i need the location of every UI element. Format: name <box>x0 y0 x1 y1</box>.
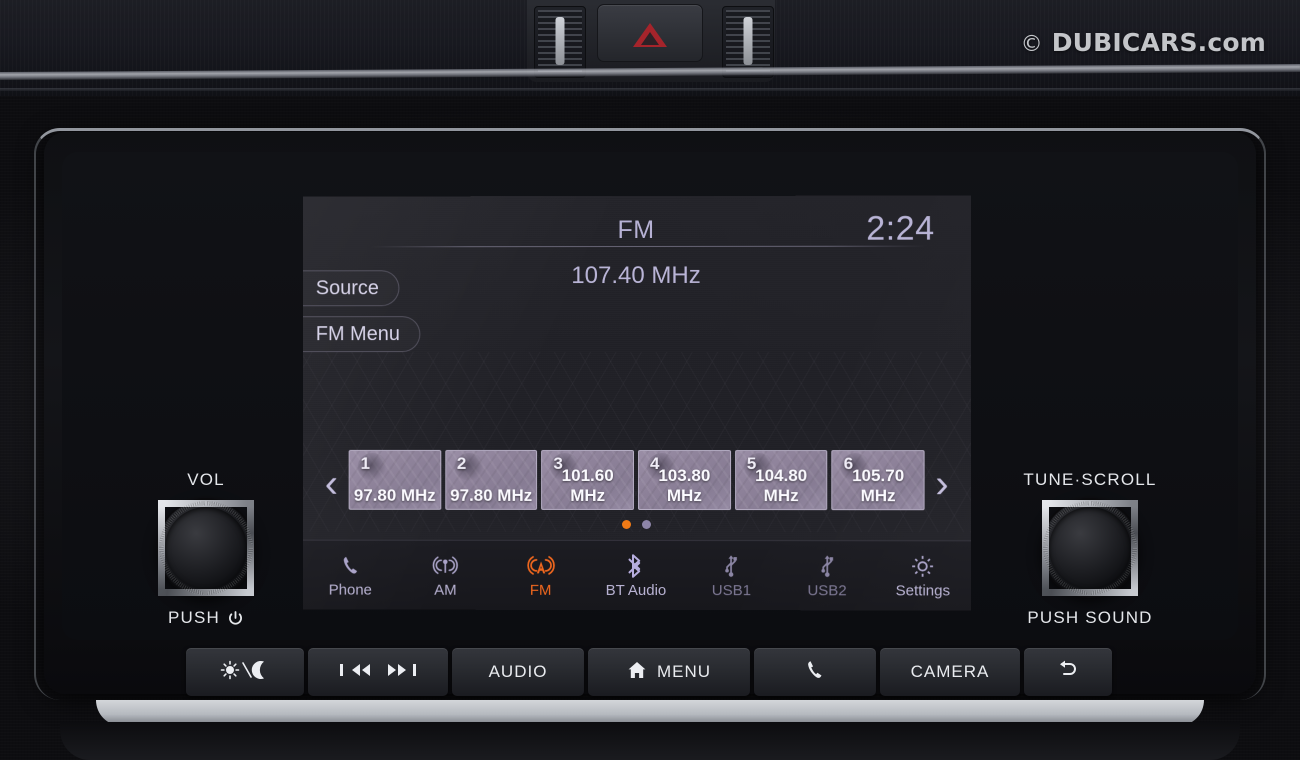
preset-tile[interactable]: 3 101.60 MHz <box>541 450 634 510</box>
nav-item-usb1[interactable]: USB1 <box>684 553 780 599</box>
camera-button-label: CAMERA <box>911 662 990 682</box>
bluetooth-icon <box>626 552 646 578</box>
tune-scroll-knob-group: TUNE·SCROLL PUSH SOUND <box>1042 500 1138 596</box>
volume-knob-group: VOL PUSH <box>158 500 254 596</box>
hazard-triangle-inner-icon <box>641 32 659 45</box>
home-icon <box>627 660 647 685</box>
watermark-tld: .com <box>1198 28 1266 57</box>
hard-button-bar: AUDIO MENU CAMERA <box>186 648 1096 696</box>
source-button[interactable]: Source <box>303 270 400 306</box>
preset-frequency: 104.80 MHz <box>736 466 827 506</box>
pagination-dots <box>303 520 971 530</box>
vent-slider[interactable] <box>744 17 753 65</box>
nav-item-fm[interactable]: FM <box>493 552 588 598</box>
watermark-copyright: © <box>1021 32 1043 57</box>
fm-menu-button-label: FM Menu <box>316 323 400 346</box>
back-arrow-icon <box>1056 659 1080 686</box>
usb-icon <box>721 553 741 579</box>
screen-header: FM 2:24 <box>303 212 971 257</box>
knob-knurling <box>1043 501 1137 595</box>
display-button[interactable] <box>186 648 304 696</box>
push-label: PUSH <box>168 608 220 628</box>
audio-button[interactable]: AUDIO <box>452 648 584 696</box>
bottom-nav-bar: Phone AM FM BT Audio USB1 USB2 Settings <box>303 540 971 611</box>
am-antenna-icon <box>428 552 462 578</box>
track-prev-next-icon <box>330 660 426 685</box>
nav-label: USB2 <box>807 582 846 599</box>
clock: 2:24 <box>866 210 934 249</box>
menu-button-label: MENU <box>657 662 711 682</box>
nav-item-am[interactable]: AM <box>398 552 493 598</box>
preset-number: 2 <box>457 454 466 474</box>
preset-frequency: 103.80 MHz <box>639 466 730 506</box>
preset-frequency: 105.70 MHz <box>833 466 924 506</box>
air-vent-left <box>534 6 586 78</box>
watermark-brand: DUBICARS <box>1052 28 1198 57</box>
nav-item-phone[interactable]: Phone <box>303 552 398 598</box>
camera-button[interactable]: CAMERA <box>880 648 1020 696</box>
tune-scroll-label: TUNE·SCROLL <box>960 470 1220 490</box>
nav-label: Settings <box>896 582 950 599</box>
nav-label: BT Audio <box>606 581 667 598</box>
preset-number: 1 <box>361 454 370 474</box>
phone-icon <box>338 552 362 578</box>
preset-list: 1 97.80 MHz 2 97.80 MHz 3 101.60 MHz 4 1… <box>349 450 925 510</box>
lower-dash-panel <box>60 722 1240 760</box>
phone-icon <box>803 658 827 687</box>
audio-button-label: AUDIO <box>489 662 548 682</box>
phone-button[interactable] <box>754 648 876 696</box>
brightness-day-night-icon <box>217 659 273 686</box>
push-power-label-group: PUSH <box>76 608 336 628</box>
preset-tile[interactable]: 2 97.80 MHz <box>445 450 537 510</box>
usb-icon <box>817 553 837 579</box>
power-icon <box>227 610 244 627</box>
vol-label: VOL <box>76 470 336 490</box>
preset-frequency: 101.60 MHz <box>542 466 633 506</box>
screenshot-root: © DUBICARS.com FM 2:24 107.40 MHz Source… <box>0 0 1300 760</box>
pagination-dot-active[interactable] <box>622 520 631 529</box>
nav-label: AM <box>434 581 456 598</box>
nav-item-settings[interactable]: Settings <box>875 553 971 599</box>
nav-label: FM <box>530 581 552 598</box>
preset-tile[interactable]: 5 104.80 MHz <box>735 450 828 510</box>
preset-frequency: 97.80 MHz <box>446 486 536 506</box>
gear-icon <box>910 553 936 579</box>
infotainment-screen[interactable]: FM 2:24 107.40 MHz Source FM Menu ‹ › 1 … <box>303 195 971 610</box>
preset-tile[interactable]: 4 103.80 MHz <box>638 450 731 510</box>
knob-knurling <box>159 501 253 595</box>
pagination-dot[interactable] <box>641 520 650 529</box>
preset-tile[interactable]: 6 105.70 MHz <box>832 450 925 510</box>
push-sound-label: PUSH SOUND <box>960 608 1220 628</box>
nav-item-usb2[interactable]: USB2 <box>779 553 875 599</box>
volume-knob[interactable] <box>158 500 254 596</box>
fm-menu-button[interactable]: FM Menu <box>303 316 421 352</box>
source-button-label: Source <box>316 277 379 300</box>
fm-tower-icon <box>524 552 558 578</box>
nav-label: Phone <box>329 581 372 598</box>
preset-tile[interactable]: 1 97.80 MHz <box>349 450 441 510</box>
current-frequency: 107.40 MHz <box>303 262 971 291</box>
vent-slider[interactable] <box>556 17 565 65</box>
preset-frequency: 97.80 MHz <box>350 486 440 506</box>
watermark: © DUBICARS.com <box>1021 28 1266 57</box>
menu-button[interactable]: MENU <box>588 648 750 696</box>
dashboard-chrome-trim-secondary <box>0 88 1300 91</box>
back-button[interactable] <box>1024 648 1112 696</box>
nav-item-bt-audio[interactable]: BT Audio <box>588 552 683 598</box>
tune-scroll-knob[interactable] <box>1042 500 1138 596</box>
preset-next-icon[interactable]: › <box>935 464 948 504</box>
nav-label: USB1 <box>712 582 751 599</box>
seek-buttons[interactable] <box>308 648 448 696</box>
